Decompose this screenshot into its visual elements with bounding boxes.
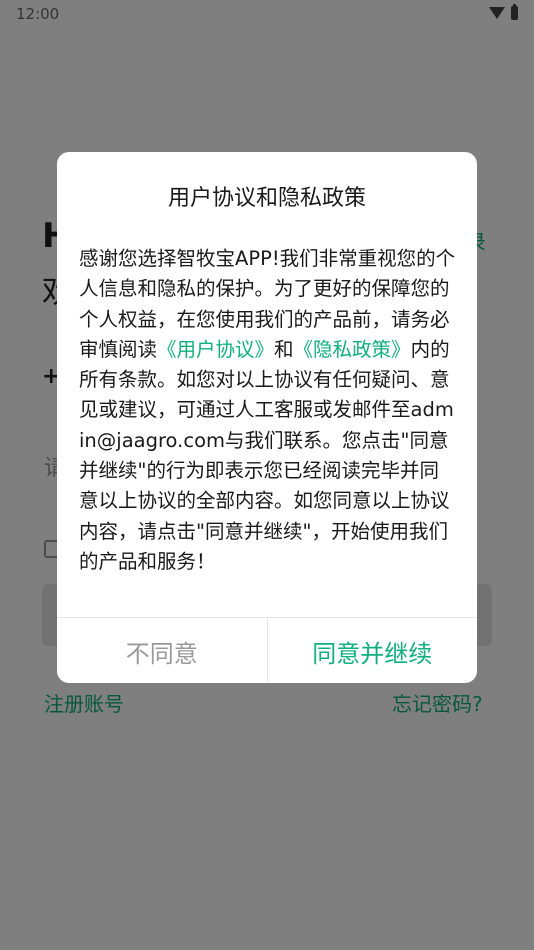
agree-continue-button[interactable]: 同意并继续	[268, 618, 478, 683]
status-bar: 12:00	[0, 0, 534, 28]
status-time: 12:00	[16, 5, 60, 23]
user-agreement-link[interactable]: 《用户协议》	[157, 338, 274, 361]
dialog-body: 感谢您选择智牧宝APP!我们非常重视您的个人信息和隐私的保护。为了更好的保障您的…	[79, 244, 457, 577]
status-icons	[489, 4, 518, 20]
dialog-title: 用户协议和隐私政策	[167, 186, 366, 211]
and-text: 和	[274, 337, 294, 361]
privacy-dialog: 用户协议和隐私政策 感谢您选择智牧宝APP!我们非常重视您的个人信息和隐私的保护…	[57, 152, 477, 683]
privacy-policy-link[interactable]: 《隐私政策》	[294, 338, 411, 361]
body-text-terms: 内的所有条款。如您对以上协议有任何疑问、意见或建议，可通过人工客服或发邮件至ad…	[79, 337, 454, 573]
dialog-footer: 不同意 同意并继续	[57, 617, 477, 683]
battery-icon	[511, 4, 518, 20]
wifi-icon	[489, 7, 505, 19]
disagree-button[interactable]: 不同意	[57, 618, 268, 683]
